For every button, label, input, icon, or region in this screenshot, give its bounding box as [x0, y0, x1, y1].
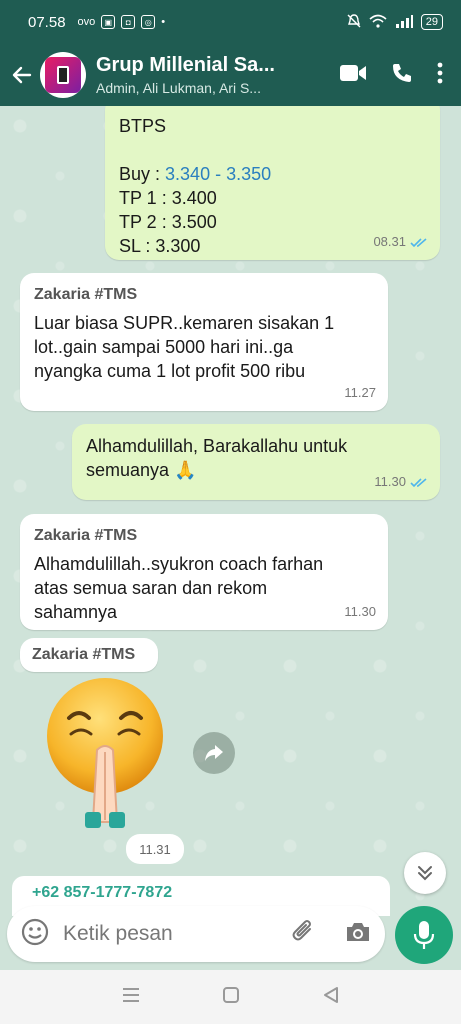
group-avatar[interactable] [40, 52, 86, 98]
message-meta: 11.27 [344, 381, 376, 405]
message-line: BTPS [119, 116, 167, 136]
voice-message-button[interactable] [395, 906, 453, 964]
more-options-icon[interactable] [437, 62, 443, 89]
attach-icon[interactable] [291, 919, 317, 950]
message-time: 11.30 [344, 604, 376, 619]
message-time: 11.27 [344, 385, 376, 400]
sticker-time: 11.31 [126, 834, 184, 864]
forward-icon [205, 745, 223, 761]
forward-button[interactable] [193, 732, 235, 774]
composer: Ketik pesan [0, 902, 461, 970]
mute-icon [347, 13, 361, 31]
sticker-sender-label: Zakaria #TMS [20, 638, 158, 672]
message-meta: 08.31 [373, 230, 428, 254]
wifi-icon [369, 14, 387, 31]
recents-icon[interactable] [121, 987, 141, 1008]
message-line: atas semua saran dan rekom [34, 578, 268, 598]
chat-header: Grup Millenial Sa... Admin, Ali Lukman, … [0, 44, 461, 106]
message-line: lot..gain sampai 5000 hari ini..ga [34, 337, 294, 357]
notification-icons: ovo ▣ ◘ ◎ • [77, 15, 166, 29]
status-bar: 07.58 ovo ▣ ◘ ◎ • 29 [0, 0, 461, 44]
app-icon: ◎ [141, 15, 156, 29]
read-ticks-icon [410, 477, 427, 487]
message-input-container[interactable]: Ketik pesan [7, 906, 385, 962]
battery-icon: 29 [420, 14, 443, 30]
message-line: sahamnya [34, 602, 118, 622]
phone-call-icon[interactable] [391, 62, 413, 89]
ovo-icon: ovo [77, 16, 96, 28]
read-ticks-icon [410, 237, 427, 247]
sender-name: Zakaria #TMS [34, 286, 138, 303]
message-meta: 11.30 [344, 600, 376, 624]
message-outgoing[interactable]: BTPS Buy : 3.340 - 3.350 TP 1 : 3.400 TP… [105, 106, 440, 260]
microphone-icon [413, 921, 435, 949]
jago-icon: ▣ [101, 15, 116, 29]
message-line: Buy : 3.340 - 3.350 [119, 164, 272, 184]
chat-info[interactable]: Grup Millenial Sa... Admin, Ali Lukman, … [96, 54, 339, 96]
price-range: 3.340 - 3.350 [165, 164, 272, 184]
dot-icon: • [161, 16, 166, 28]
back-button[interactable] [4, 63, 40, 87]
group-title: Grup Millenial Sa... [96, 54, 275, 76]
video-call-icon[interactable] [339, 63, 367, 88]
message-line: Alhamdulillah..syukron coach farhan [34, 554, 324, 574]
message-line: Luar biasa SUPR..kemaren sisakan 1 [34, 313, 335, 333]
arrow-left-icon [12, 66, 32, 84]
sender-name: Zakaria #TMS [32, 646, 136, 663]
praying-emoji-sticker[interactable] [45, 672, 165, 832]
signal-icon [395, 14, 413, 31]
scroll-down-button[interactable] [404, 852, 446, 894]
camera-icon[interactable] [345, 921, 371, 948]
back-nav-icon[interactable] [322, 986, 340, 1009]
message-incoming[interactable]: Zakaria #TMS Luar biasa SUPR..kemaren si… [20, 273, 388, 411]
system-nav-bar [0, 970, 461, 1024]
system-status-icons: 29 [347, 13, 443, 31]
message-outgoing[interactable]: Alhamdulillah, Barakallahu untuk semuany… [72, 424, 440, 500]
shopee-icon: ◘ [121, 15, 136, 29]
message-line: nyangka cuma 1 lot profit 500 ribu [34, 361, 306, 381]
message-incoming[interactable]: Zakaria #TMS Alhamdulillah..syukron coac… [20, 514, 388, 630]
home-icon[interactable] [222, 986, 240, 1009]
message-meta: 11.30 [374, 470, 428, 494]
message-input[interactable]: Ketik pesan [63, 922, 291, 946]
message-line-blank [119, 138, 426, 162]
chevron-double-down-icon [418, 866, 432, 881]
status-time: 07.58 [28, 13, 66, 31]
sender-name: Zakaria #TMS [34, 527, 138, 544]
message-line: TP 1 : 3.400 [119, 188, 217, 208]
message-line: Alhamdulillah, Barakallahu untuk [86, 436, 348, 456]
emoji-icon[interactable] [21, 918, 49, 951]
message-time: 11.30 [374, 474, 406, 489]
message-time: 08.31 [373, 234, 406, 249]
group-members: Admin, Ali Lukman, Ari S... [96, 80, 261, 96]
